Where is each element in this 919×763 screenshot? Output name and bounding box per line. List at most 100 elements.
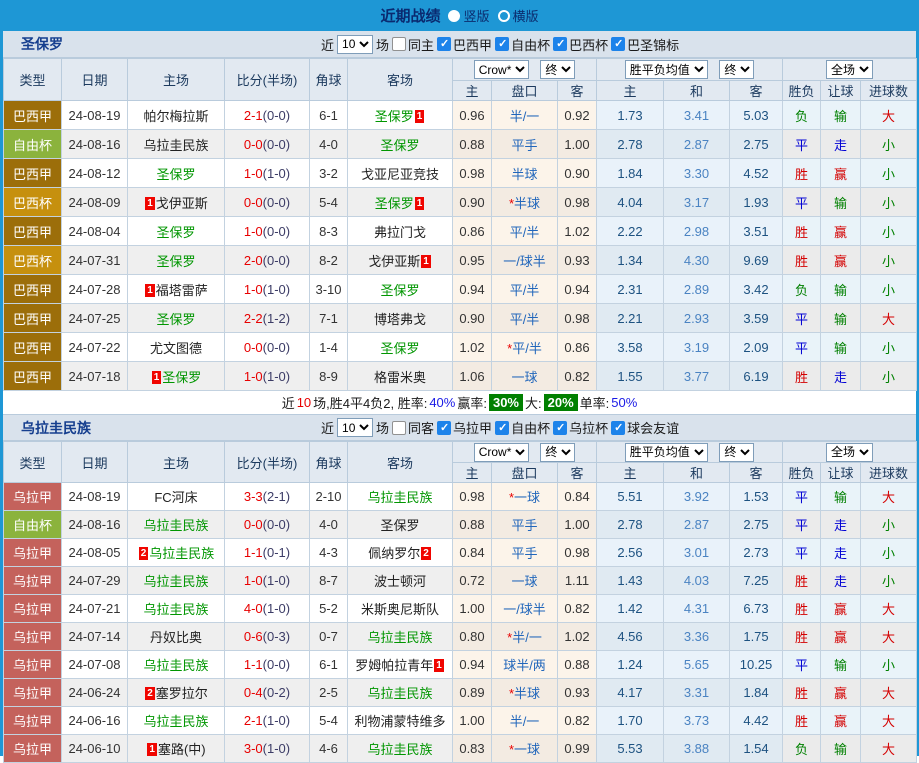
fulltime-score: 1-0 <box>244 369 263 384</box>
odds-time-select[interactable]: 终 <box>540 60 575 79</box>
date-cell: 24-06-10 <box>62 735 128 763</box>
odds-home-cell: 0.84 <box>453 539 492 567</box>
score-cell: 2-2(1-2) <box>225 304 310 333</box>
date-cell: 24-06-16 <box>62 707 128 735</box>
league-checkbox[interactable] <box>611 37 625 51</box>
halftime-score: (1-0) <box>263 166 290 181</box>
handicap-value: 一/球半 <box>503 254 546 269</box>
league-cell: 乌拉甲 <box>4 567 62 595</box>
goals-result-cell: 小 <box>861 130 917 159</box>
league-checkbox[interactable] <box>495 37 509 51</box>
same-away-checkbox-label[interactable]: 同客 <box>392 418 434 437</box>
team-name: 米斯奥尼斯队 <box>361 602 439 617</box>
mean-away-cell: 2.75 <box>730 130 783 159</box>
halftime-score: (1-0) <box>263 741 290 756</box>
goals-result-cell: 小 <box>861 275 917 304</box>
score-cell: 0-6(0-3) <box>225 623 310 651</box>
recent-count-select[interactable]: 10 <box>337 418 373 437</box>
rank-badge: 1 <box>145 197 155 210</box>
match-row: 巴西甲24-08-04圣保罗1-0(0-0)8-3弗拉门戈0.86平/半1.02… <box>4 217 917 246</box>
handicap-result-cell: 走 <box>821 539 861 567</box>
away-team-cell: 乌拉圭民族 <box>348 735 453 763</box>
handicap-result-cell: 赢 <box>821 595 861 623</box>
league-checkbox-label[interactable]: 巴圣锦标 <box>611 35 679 54</box>
league-checkbox[interactable] <box>495 421 509 435</box>
score-cell: 0-0(0-0) <box>225 188 310 217</box>
odds-away-cell: 0.98 <box>558 539 597 567</box>
col-corners: 角球 <box>310 59 348 101</box>
col-mean-home: 主 <box>597 463 664 483</box>
odds-home-cell: 0.95 <box>453 246 492 275</box>
horizontal-radio-label: 横版 <box>513 6 539 25</box>
layout-vertical-option[interactable]: 竖版 <box>448 6 489 25</box>
league-checkbox-label[interactable]: 乌拉杯 <box>553 418 608 437</box>
scope-select[interactable]: 全场 <box>826 60 873 79</box>
horizontal-radio[interactable] <box>498 10 510 22</box>
league-checkbox[interactable] <box>553 421 567 435</box>
col-handicap: 盘口 <box>492 463 558 483</box>
odds-away-cell: 1.00 <box>558 511 597 539</box>
mean-draw-cell: 3.17 <box>664 188 730 217</box>
odds-away-cell: 1.11 <box>558 567 597 595</box>
layout-horizontal-option[interactable]: 横版 <box>498 6 539 25</box>
league-checkbox-label[interactable]: 巴西杯 <box>553 35 608 54</box>
league-checkbox[interactable] <box>437 421 451 435</box>
same-home-checkbox-label[interactable]: 同主 <box>392 35 434 54</box>
date-cell: 24-07-08 <box>62 651 128 679</box>
handicap-cell: 平手 <box>492 130 558 159</box>
league-cell: 巴西甲 <box>4 333 62 362</box>
goals-result-cell: 大 <box>861 735 917 763</box>
odds-away-cell: 0.82 <box>558 595 597 623</box>
odds-company-select[interactable]: Crow* <box>474 443 529 462</box>
col-corners: 角球 <box>310 442 348 483</box>
mean-away-cell: 3.51 <box>730 217 783 246</box>
team-name: 圣保罗 <box>380 518 419 533</box>
league-checkbox-label[interactable]: 乌拉甲 <box>437 418 492 437</box>
match-row: 乌拉甲24-07-29乌拉圭民族1-0(1-0)8-7波士顿河0.72一球1.1… <box>4 567 917 595</box>
handicap-value: 平/半 <box>510 225 540 240</box>
league-checkbox-label[interactable]: 自由杯 <box>495 418 550 437</box>
away-team-cell: 戈伊亚斯1 <box>348 246 453 275</box>
league-checkbox[interactable] <box>553 37 567 51</box>
result-cell: 平 <box>783 304 821 333</box>
team-name: 乌拉圭民族 <box>143 714 208 729</box>
mean-time-select[interactable]: 终 <box>719 60 754 79</box>
away-team-cell: 圣保罗 <box>348 511 453 539</box>
mean-draw-cell: 3.41 <box>664 101 730 130</box>
team-name-title: 乌拉圭民族 <box>21 418 321 438</box>
scope-select[interactable]: 全场 <box>826 443 873 462</box>
team-name: 博塔弗戈 <box>374 312 426 327</box>
match-row: 乌拉甲24-07-21乌拉圭民族4-0(1-0)5-2米斯奥尼斯队1.00一/球… <box>4 595 917 623</box>
result-cell: 胜 <box>783 707 821 735</box>
mean-type-select[interactable]: 胜平负均值 <box>625 60 708 79</box>
goals-result-cell: 大 <box>861 304 917 333</box>
same-home-checkbox[interactable] <box>392 37 406 51</box>
league-checkbox-label[interactable]: 球会友谊 <box>611 418 679 437</box>
team-name: 罗姆帕拉青年 <box>355 658 433 673</box>
same-away-checkbox[interactable] <box>392 421 406 435</box>
league-checkbox[interactable] <box>437 37 451 51</box>
home-team-cell: 帕尔梅拉斯 <box>128 101 225 130</box>
recent-count-select[interactable]: 10 <box>337 35 373 54</box>
league-checkbox-label[interactable]: 自由杯 <box>495 35 550 54</box>
handicap-value: 一球 <box>511 370 537 385</box>
handicap-cell: *一球 <box>492 483 558 511</box>
date-cell: 24-08-19 <box>62 483 128 511</box>
league-checkbox-label[interactable]: 巴西甲 <box>437 35 492 54</box>
odds-time-select[interactable]: 终 <box>540 443 575 462</box>
col-odds-home: 主 <box>453 463 492 483</box>
col-score: 比分(半场) <box>225 59 310 101</box>
team-name: 乌拉圭民族 <box>367 630 432 645</box>
league-checkbox[interactable] <box>611 421 625 435</box>
home-team-cell: 圣保罗 <box>128 217 225 246</box>
mean-time-select[interactable]: 终 <box>719 443 754 462</box>
goals-result-cell: 大 <box>861 483 917 511</box>
goals-result-cell: 大 <box>861 101 917 130</box>
vertical-radio[interactable] <box>448 10 460 22</box>
rank-badge: 2 <box>139 547 149 560</box>
odds-company-select[interactable]: Crow* <box>474 60 529 79</box>
handicap-cell: *半/一 <box>492 623 558 651</box>
mean-type-select[interactable]: 胜平负均值 <box>625 443 708 462</box>
handicap-value: 半球 <box>514 686 540 701</box>
goals-result-cell: 小 <box>861 188 917 217</box>
